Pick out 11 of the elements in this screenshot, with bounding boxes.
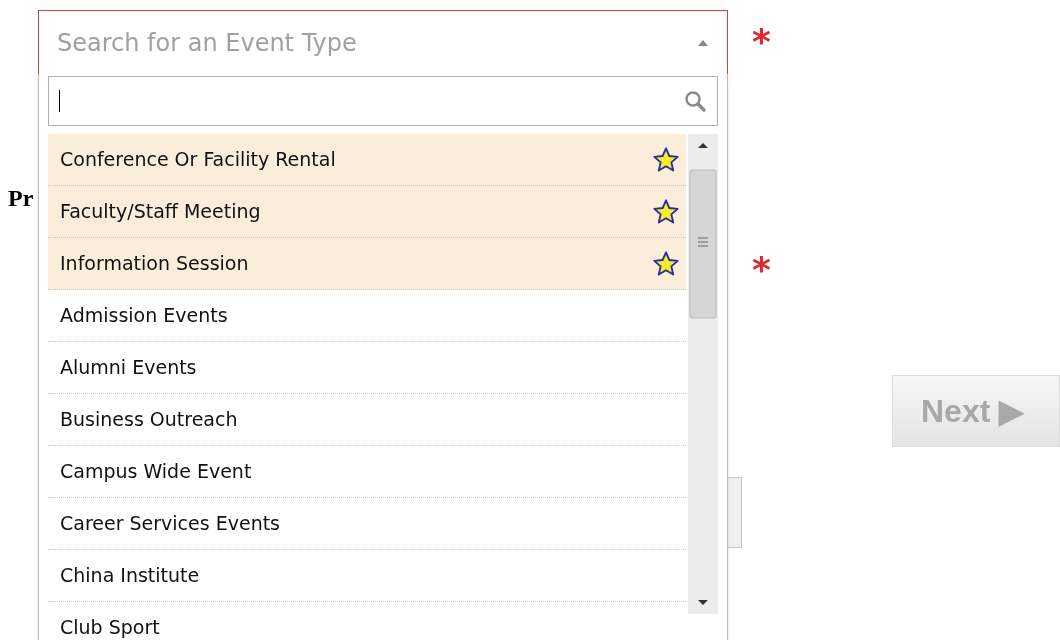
- search-icon: [683, 89, 707, 113]
- heading-text: Pr: [8, 184, 34, 212]
- scrollbar[interactable]: [688, 134, 718, 614]
- required-mark: *: [752, 22, 771, 62]
- option-item[interactable]: Conference Or Facility Rental: [48, 134, 686, 186]
- text-cursor: [59, 90, 60, 112]
- option-item[interactable]: Information Session: [48, 238, 686, 290]
- search-field[interactable]: [48, 76, 718, 126]
- caret-icon: [697, 38, 709, 47]
- required-mark: *: [752, 250, 771, 290]
- option-item[interactable]: Faculty/Staff Meeting: [48, 186, 686, 238]
